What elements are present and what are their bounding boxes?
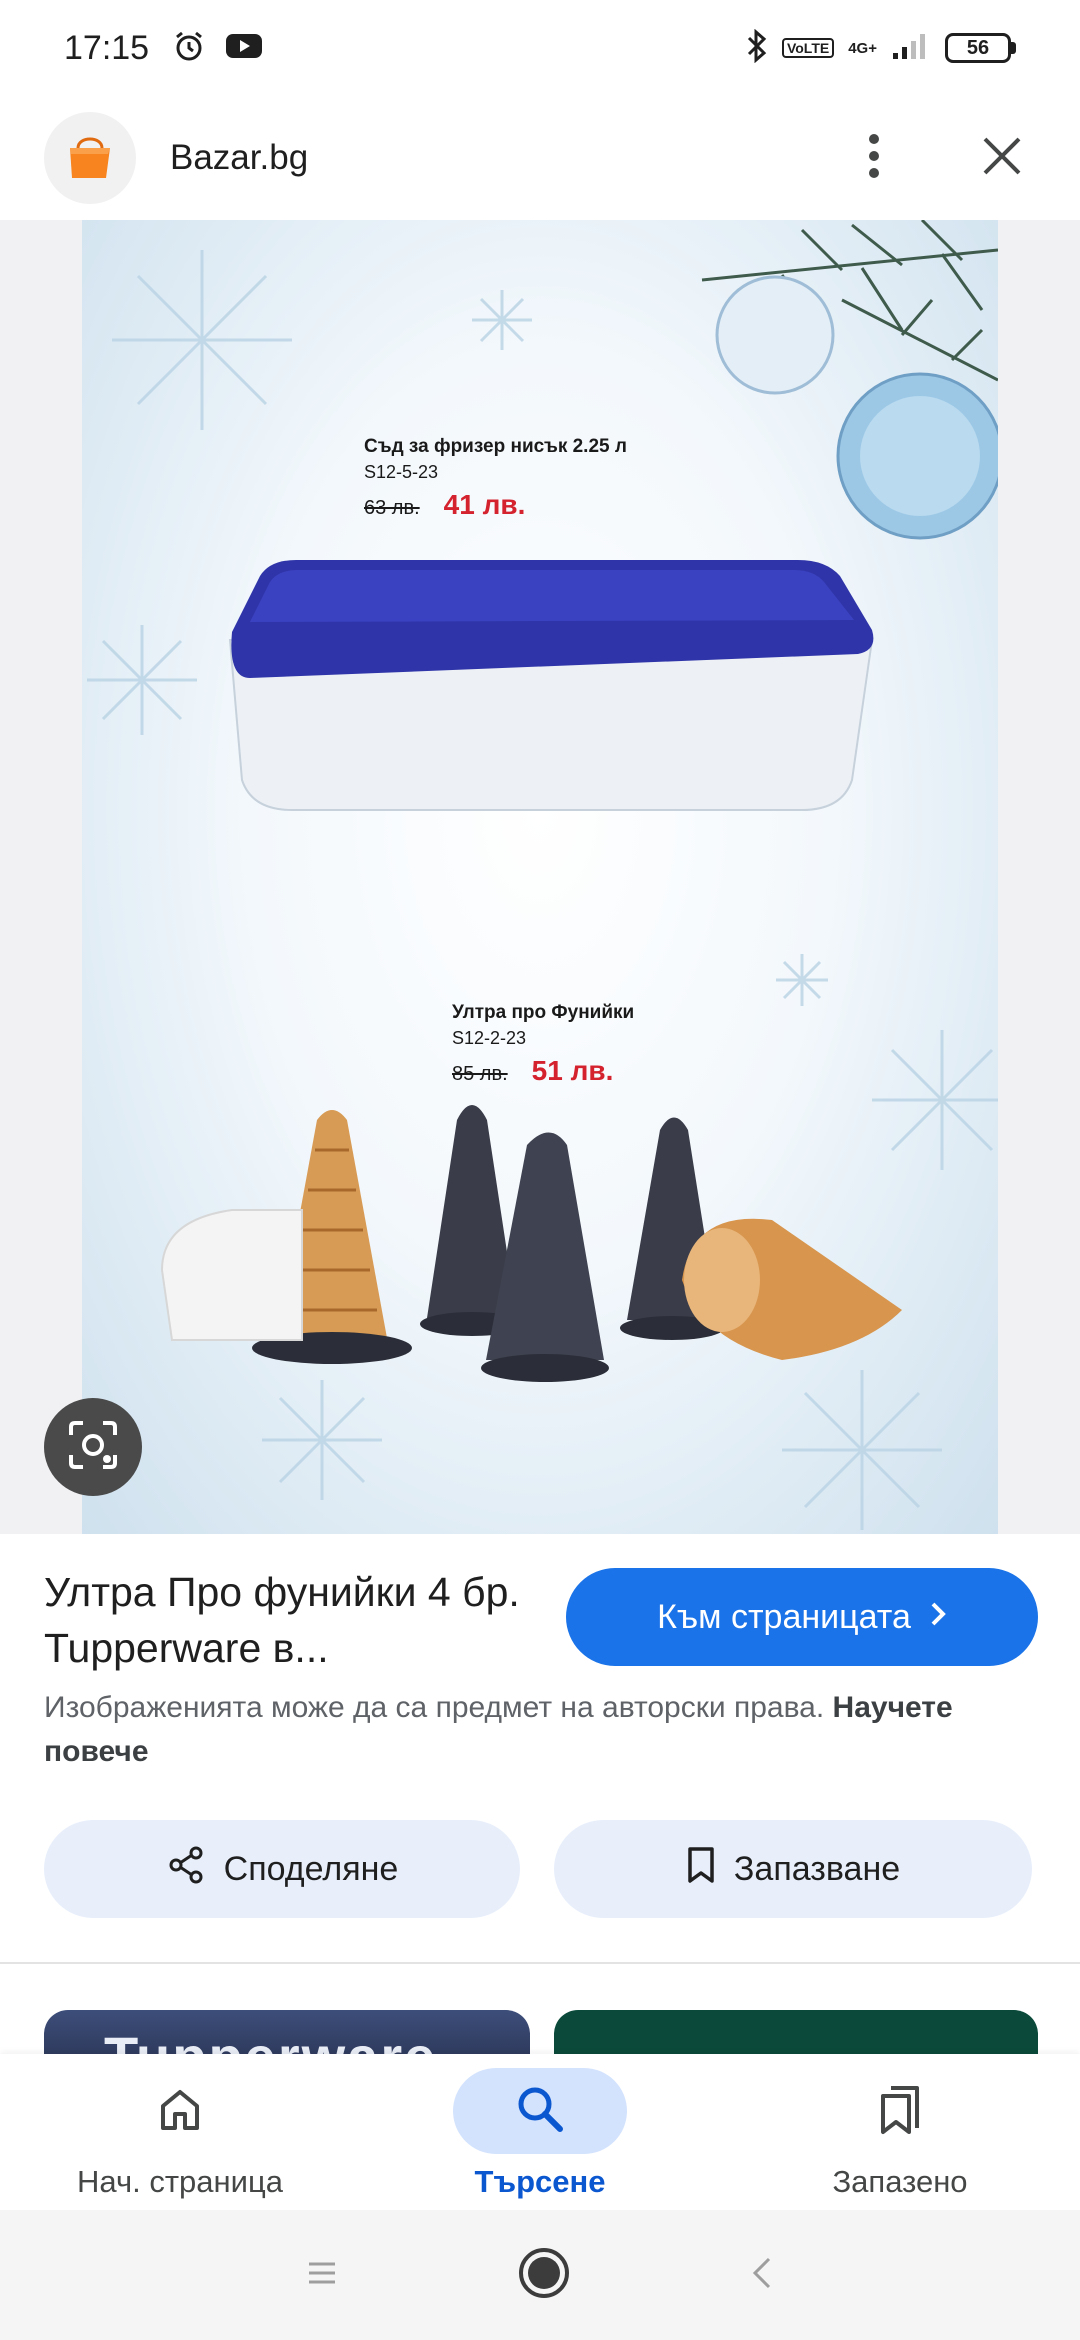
- close-button[interactable]: [974, 130, 1030, 186]
- site-logo[interactable]: [44, 112, 136, 204]
- result-header: Bazar.bg: [0, 96, 1080, 220]
- bookmark-icon: [686, 1845, 716, 1894]
- nav-search-label: Търсене: [474, 2164, 606, 2199]
- share-icon: [166, 1845, 206, 1894]
- product-1-code: S12-5-23: [364, 462, 439, 482]
- shopping-bag-icon: [62, 128, 118, 189]
- save-button[interactable]: Запазване: [554, 1820, 1032, 1918]
- signal-icon: [891, 31, 931, 66]
- more-vert-icon: [868, 133, 880, 184]
- nav-search[interactable]: Търсене: [390, 2068, 690, 2200]
- copyright-notice: Изображенията може да са предмет на авто…: [44, 1686, 1044, 1774]
- share-button[interactable]: Споделяне: [44, 1820, 520, 1918]
- network-type: 4G+: [848, 39, 877, 57]
- product-1-new-price: 41 лв.: [443, 489, 526, 520]
- product-ad-image: Съд за фризер нисък 2.25 л S12-5-23 63 л…: [82, 220, 998, 1534]
- visit-page-label: Към страницата: [657, 1597, 911, 1636]
- ad-illustration: [87, 220, 998, 1530]
- status-time: 17:15: [64, 28, 150, 67]
- search-icon: [514, 2083, 566, 2140]
- lens-icon: [65, 1417, 121, 1478]
- more-options-button[interactable]: [846, 130, 902, 186]
- alarm-icon: [171, 28, 207, 69]
- bluetooth-icon: [746, 28, 768, 68]
- battery-icon: 56: [945, 33, 1016, 63]
- bottom-navigation: Нач. страница Търсене Запазено: [0, 2054, 1080, 2210]
- close-icon: [981, 135, 1023, 182]
- system-navigation: [0, 2210, 1080, 2340]
- battery-level: 56: [945, 33, 1011, 63]
- nav-home[interactable]: Нач. страница: [30, 2068, 330, 2200]
- nav-saved-label: Запазено: [832, 2164, 968, 2199]
- volte-badge: VoLTE: [781, 38, 835, 58]
- back-icon[interactable]: [751, 2256, 773, 2295]
- copyright-text: Изображенията може да са предмет на авто…: [44, 1691, 825, 1724]
- home-icon: [155, 2084, 205, 2139]
- product-1-label: Съд за фризер нисък 2.25 л S12-5-23 63 л…: [364, 436, 627, 521]
- site-name[interactable]: Bazar.bg: [170, 138, 308, 178]
- product-2-label: Ултра про Фунийки S12-2-23 85 лв. 51 лв.: [452, 1002, 634, 1087]
- home-circle-icon[interactable]: [517, 2246, 571, 2305]
- visit-page-button[interactable]: Към страницата: [566, 1568, 1038, 1666]
- image-viewer[interactable]: Съд за фризер нисък 2.25 л S12-5-23 63 л…: [0, 220, 1080, 1534]
- menu-icon[interactable]: [307, 2260, 337, 2291]
- product-1-old-price: 63 лв.: [364, 497, 420, 519]
- nav-saved[interactable]: Запазено: [750, 2068, 1050, 2200]
- youtube-icon: [225, 31, 263, 66]
- nav-home-label: Нач. страница: [77, 2164, 283, 2199]
- product-2-new-price: 51 лв.: [531, 1055, 614, 1086]
- product-2-code: S12-2-23: [452, 1028, 527, 1048]
- product-1-name: Съд за фризер нисък 2.25 л: [364, 436, 627, 457]
- divider: [0, 1962, 1080, 1964]
- status-bar: 17:15 VoLTE 4G+ 56: [0, 0, 1080, 96]
- lens-search-button[interactable]: [44, 1398, 142, 1496]
- chevron-right-icon: [929, 1598, 947, 1637]
- bookmarks-icon: [875, 2082, 925, 2141]
- share-label: Споделяне: [223, 1849, 399, 1888]
- result-title[interactable]: Ултра Про фунийки 4 бр. Tupperware в...: [44, 1564, 544, 1676]
- save-label: Запазване: [733, 1849, 901, 1888]
- product-2-old-price: 85 лв.: [452, 1063, 508, 1085]
- product-2-name: Ултра про Фунийки: [452, 1002, 635, 1023]
